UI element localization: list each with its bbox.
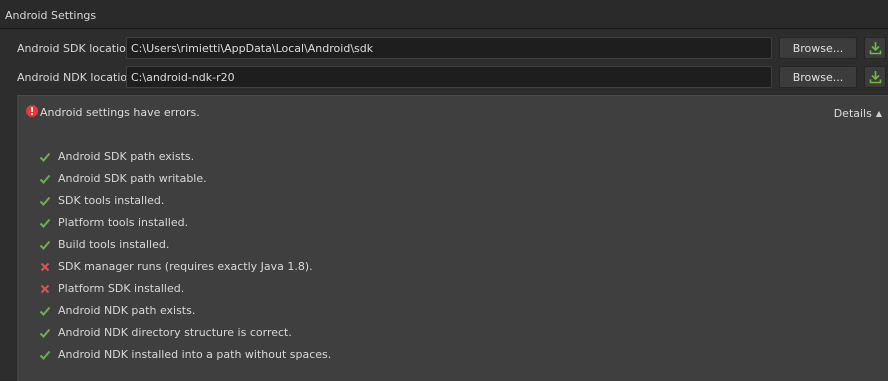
ndk-browse-button[interactable]: Browse... (779, 66, 857, 88)
check-text: Platform SDK installed. (58, 282, 185, 295)
download-icon (869, 71, 882, 84)
cross-icon (40, 262, 50, 272)
check-icon (39, 152, 51, 162)
ndk-location-row: Android NDK location: C:\android-ndk-r20… (0, 66, 888, 88)
ndk-download-button[interactable] (864, 66, 886, 88)
check-text: Android NDK installed into a path withou… (58, 348, 332, 361)
cross-icon (40, 284, 50, 294)
check-icon (39, 240, 51, 250)
check-text: SDK tools installed. (58, 194, 165, 207)
details-label: Details (833, 107, 872, 120)
android-settings-panel: Android Settings Android SDK location: C… (0, 0, 888, 381)
check-text: SDK manager runs (requires exactly Java … (58, 260, 313, 273)
sdk-location-field[interactable]: C:\Users\rimietti\AppData\Local\Android\… (126, 37, 772, 59)
details-toggle[interactable]: Details ▲ (834, 107, 882, 120)
check-icon (39, 196, 51, 206)
check-icon (39, 174, 51, 184)
check-text: Platform tools installed. (58, 216, 189, 229)
download-icon (869, 42, 882, 55)
check-text: Android SDK path writable. (58, 172, 207, 185)
sdk-browse-button[interactable]: Browse... (779, 37, 857, 59)
sdk-download-button[interactable] (864, 37, 886, 59)
check-text: Android NDK directory structure is corre… (58, 326, 292, 339)
check-text: Build tools installed. (58, 238, 170, 251)
check-text: Android NDK path exists. (58, 304, 196, 317)
sdk-location-row: Android SDK location: C:\Users\rimietti\… (0, 37, 888, 59)
check-icon (39, 328, 51, 338)
ndk-location-label: Android NDK location: (17, 71, 138, 84)
check-text: Android SDK path exists. (58, 150, 195, 163)
ndk-location-field[interactable]: C:\android-ndk-r20 (126, 66, 772, 88)
check-icon (39, 218, 51, 228)
error-icon (26, 105, 38, 117)
error-box: Android settings have errors. Details ▲ A… (17, 95, 888, 381)
sdk-location-label: Android SDK location: (17, 42, 137, 55)
panel-title: Android Settings (0, 0, 888, 29)
check-icon (39, 306, 51, 316)
check-icon (39, 350, 51, 360)
error-message: Android settings have errors. (40, 106, 200, 119)
caret-up-icon: ▲ (875, 109, 882, 118)
